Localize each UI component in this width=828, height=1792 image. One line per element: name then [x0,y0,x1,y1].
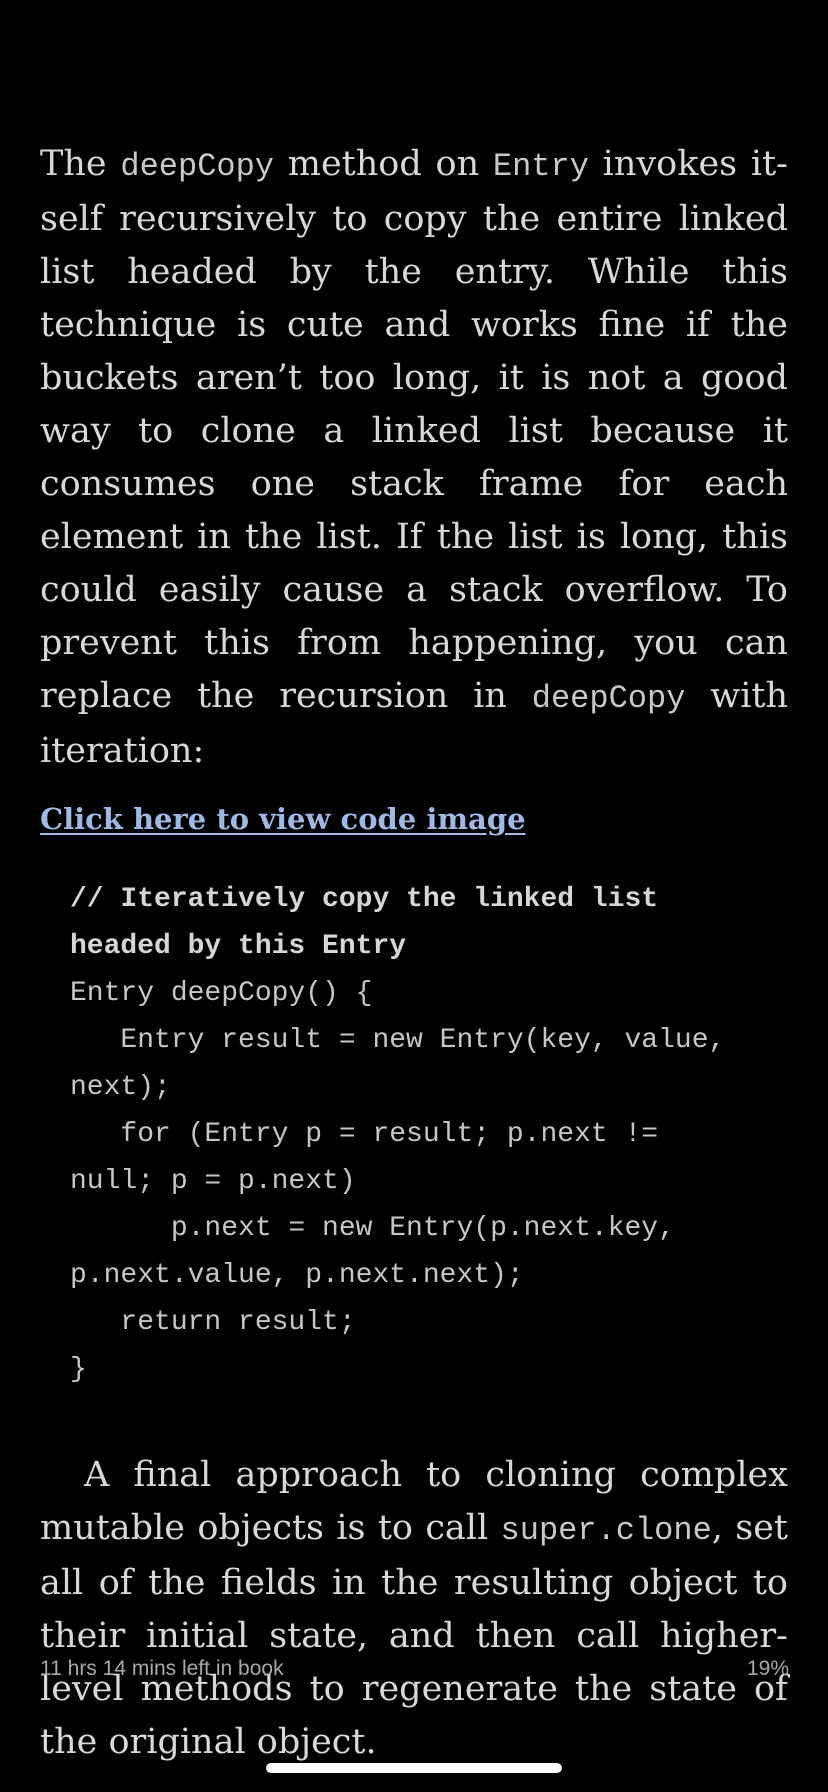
inline-code-deepcopy: deepCopy [531,680,686,717]
inline-code-super-clone: super.clone [500,1512,712,1549]
code-comment-line: headed by this Entry [70,931,407,962]
paragraph-deepcopy-explanation: The deepCopy method on Entry invokes it­… [40,138,788,778]
time-left-label: 11 hrs 14 mins left in book [40,1657,284,1680]
text-run: The [40,144,121,184]
code-line: p.next = new Entry(p.next.key, [70,1213,675,1244]
paragraph-final-approach: A final approach to cloning complex mut­… [40,1449,788,1769]
view-code-image-link[interactable]: Click here to view code image [40,802,526,836]
code-line: p.next.value, p.next.next); [70,1260,524,1291]
code-line: return result; [70,1307,356,1338]
inline-code-deepcopy: deepCopy [120,148,274,185]
inline-code-entry: Entry [492,148,589,185]
code-block: // Iteratively copy the linked list head… [70,876,788,1393]
text-run: method on [274,144,493,184]
home-indicator[interactable] [266,1763,562,1773]
code-line: next); [70,1072,171,1103]
code-line: for (Entry p = result; p.next != [70,1119,659,1150]
reading-progress-label: 19% [746,1657,789,1680]
code-line: null; p = p.next) [70,1166,356,1197]
text-run: invokes it­self recursively to copy the … [40,144,788,716]
code-line: Entry result = new Entry(key, value, [70,1025,726,1056]
code-comment-line: // Iteratively copy the linked list [70,884,659,915]
code-line: Entry deepCopy() { [70,978,373,1009]
book-page-content: The deepCopy method on Entry invokes it­… [40,138,788,1769]
code-line: } [70,1354,87,1385]
